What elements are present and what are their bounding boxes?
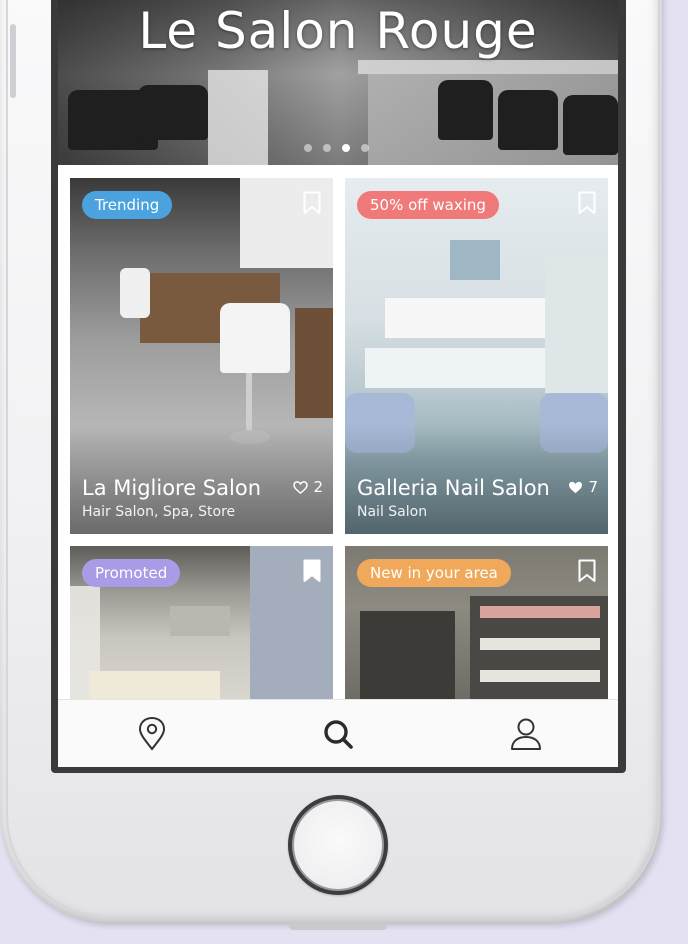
profile-icon[interactable] — [509, 716, 543, 752]
hero-carousel[interactable]: Le Salon Rouge — [58, 0, 618, 165]
carousel-dots — [304, 144, 369, 152]
salon-category: Nail Salon — [357, 504, 428, 520]
like-counter[interactable]: 7 — [568, 478, 598, 496]
location-pin-icon[interactable] — [135, 716, 169, 752]
new-badge: New in your area — [357, 559, 511, 587]
hero-pillar — [208, 70, 268, 165]
heart-outline-icon — [293, 480, 309, 494]
like-counter[interactable]: 2 — [293, 478, 323, 496]
shelves — [545, 253, 608, 393]
app-screen: Le Salon Rouge Trending La Migliore Salo… — [58, 0, 618, 767]
sink — [90, 671, 220, 699]
products-row — [480, 606, 600, 618]
salon-card[interactable]: Promoted — [70, 546, 333, 699]
hero-title: Le Salon Rouge — [138, 2, 538, 60]
hero-chair — [498, 90, 558, 150]
salon-category: Hair Salon, Spa, Store — [82, 504, 236, 520]
hero-counter — [358, 60, 618, 74]
bookmark-icon[interactable] — [578, 191, 596, 215]
search-icon[interactable] — [321, 716, 355, 752]
salon-card[interactable]: 50% off waxing Galleria Nail Salon Nail … — [345, 178, 608, 534]
carousel-dot[interactable] — [304, 144, 312, 152]
like-count: 7 — [588, 478, 598, 496]
promoted-badge: Promoted — [82, 559, 181, 587]
carousel-dot[interactable] — [361, 144, 369, 152]
hero-chair — [563, 95, 618, 155]
tab-bar — [58, 699, 618, 767]
promo-badge: 50% off waxing — [357, 191, 499, 219]
white-chair — [120, 268, 150, 318]
wall-mirror — [450, 240, 500, 280]
salon-card[interactable]: Trending La Migliore Salon Hair Salon, S… — [70, 178, 333, 534]
ceiling-unit — [170, 606, 230, 636]
salon-card[interactable]: New in your area — [345, 546, 608, 699]
phone-speaker-slot — [289, 922, 387, 930]
carousel-dot-active[interactable] — [342, 144, 350, 152]
bookmark-filled-icon[interactable] — [303, 559, 321, 583]
hero-chair — [438, 80, 493, 140]
products-row — [480, 670, 600, 682]
home-button[interactable] — [288, 795, 388, 895]
carousel-dot[interactable] — [323, 144, 331, 152]
phone-side-button — [10, 24, 16, 98]
bookmark-icon[interactable] — [303, 191, 321, 215]
trending-badge: Trending — [82, 191, 173, 219]
salon-name: Galleria Nail Salon — [357, 476, 550, 500]
like-count: 2 — [313, 478, 323, 496]
salon-name: La Migliore Salon — [82, 476, 262, 500]
heart-filled-icon — [569, 481, 583, 493]
hero-chair — [138, 85, 208, 140]
display-shelf — [360, 611, 455, 699]
products-row — [480, 638, 600, 650]
wood-cabinet — [295, 308, 333, 418]
white-chair — [220, 303, 290, 373]
bookmark-icon[interactable] — [578, 559, 596, 583]
